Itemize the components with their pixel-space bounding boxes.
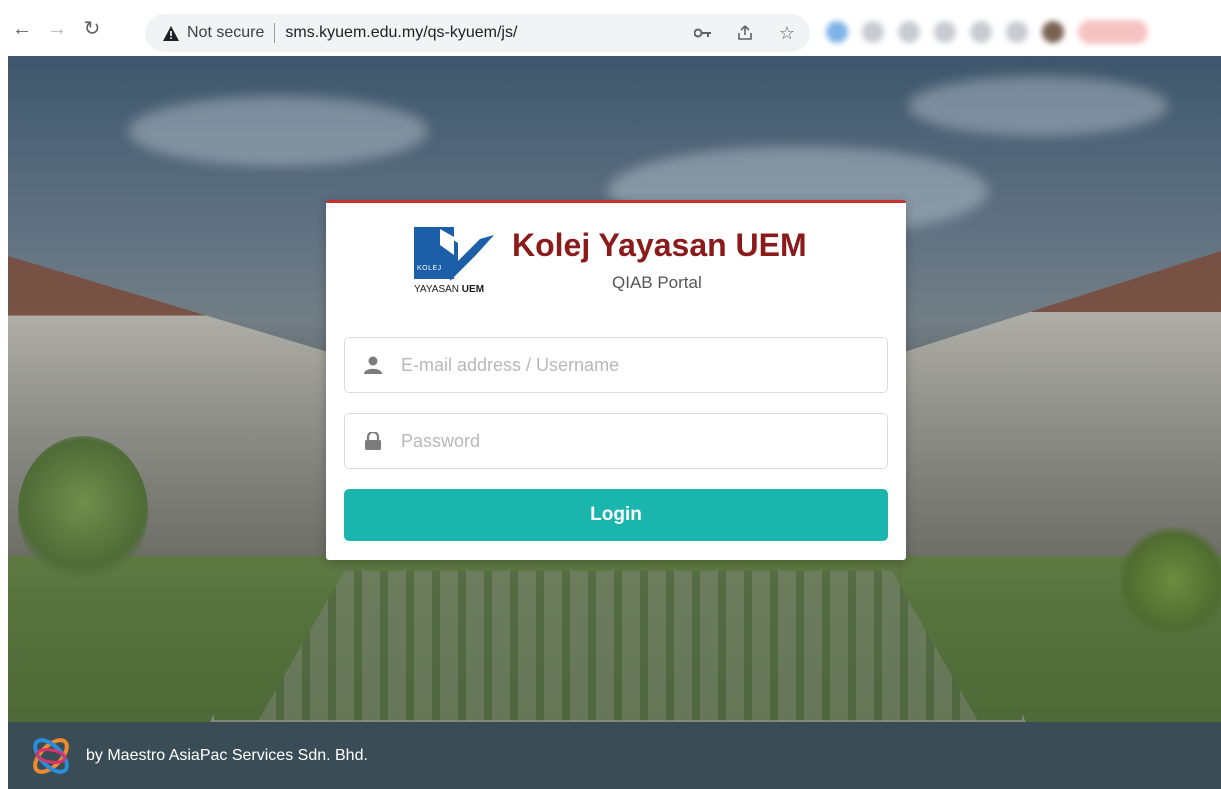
reload-icon[interactable]: ↻ <box>80 17 104 41</box>
page-title: Kolej Yayasan UEM <box>512 227 807 263</box>
login-button[interactable]: Login <box>344 489 888 541</box>
password-input[interactable] <box>401 430 881 452</box>
username-field[interactable] <box>344 337 888 393</box>
profile-button[interactable] <box>1078 20 1148 44</box>
tree <box>1118 526 1221 636</box>
star-icon[interactable]: ☆ <box>778 23 796 43</box>
extension-icon[interactable] <box>826 21 848 43</box>
logo-word-bold: UEM <box>461 284 485 295</box>
share-icon[interactable] <box>736 24 754 42</box>
logo-small-text: KOLEJ <box>417 265 442 272</box>
forward-arrow-icon[interactable]: → <box>45 17 69 41</box>
browser-toolbar: ← → ↻ Not secure sms.kyuem.edu.my/qs-kyu… <box>0 0 1221 56</box>
divider <box>274 23 276 43</box>
back-arrow-icon[interactable]: ← <box>10 17 34 41</box>
login-card: KOLEJ YAYASAN UEM Kolej Yayasan UEM QIAB… <box>326 200 906 560</box>
warning-icon[interactable] <box>163 25 179 41</box>
lock-icon <box>363 431 383 451</box>
security-status-label[interactable]: Not secure <box>187 24 264 42</box>
password-field[interactable] <box>344 413 888 469</box>
extensions-area <box>826 17 1211 47</box>
extension-icon[interactable] <box>1006 21 1028 43</box>
logo-wordmark: YAYASAN UEM <box>414 284 484 295</box>
maestro-logo-icon <box>33 737 69 774</box>
extension-icon[interactable] <box>862 21 884 43</box>
avatar[interactable] <box>1042 21 1064 43</box>
tree <box>18 436 148 586</box>
cloud <box>908 76 1168 136</box>
user-icon <box>363 355 383 375</box>
footer-credit: by Maestro AsiaPac Services Sdn. Bhd. <box>86 746 368 764</box>
key-icon[interactable] <box>694 24 712 42</box>
page-background: KOLEJ YAYASAN UEM Kolej Yayasan UEM QIAB… <box>8 56 1221 789</box>
college-logo: KOLEJ YAYASAN UEM <box>414 227 496 301</box>
extension-icon[interactable] <box>898 21 920 43</box>
cloud <box>128 96 428 166</box>
page-subtitle: QIAB Portal <box>612 273 702 292</box>
footer: by Maestro AsiaPac Services Sdn. Bhd. <box>8 722 1221 789</box>
username-input[interactable] <box>401 354 881 376</box>
address-bar-actions: ☆ <box>694 14 796 52</box>
address-bar[interactable]: Not secure sms.kyuem.edu.my/qs-kyuem/js/… <box>145 14 810 52</box>
plaza-border <box>208 566 1028 726</box>
logo-word-regular: YAYASAN <box>414 284 460 295</box>
extension-icon[interactable] <box>970 21 992 43</box>
brand-header: KOLEJ YAYASAN UEM Kolej Yayasan UEM QIAB… <box>414 225 834 303</box>
logo-book-icon <box>436 229 494 281</box>
url-text[interactable]: sms.kyuem.edu.my/qs-kyuem/js/ <box>285 24 517 42</box>
extension-icon[interactable] <box>934 21 956 43</box>
